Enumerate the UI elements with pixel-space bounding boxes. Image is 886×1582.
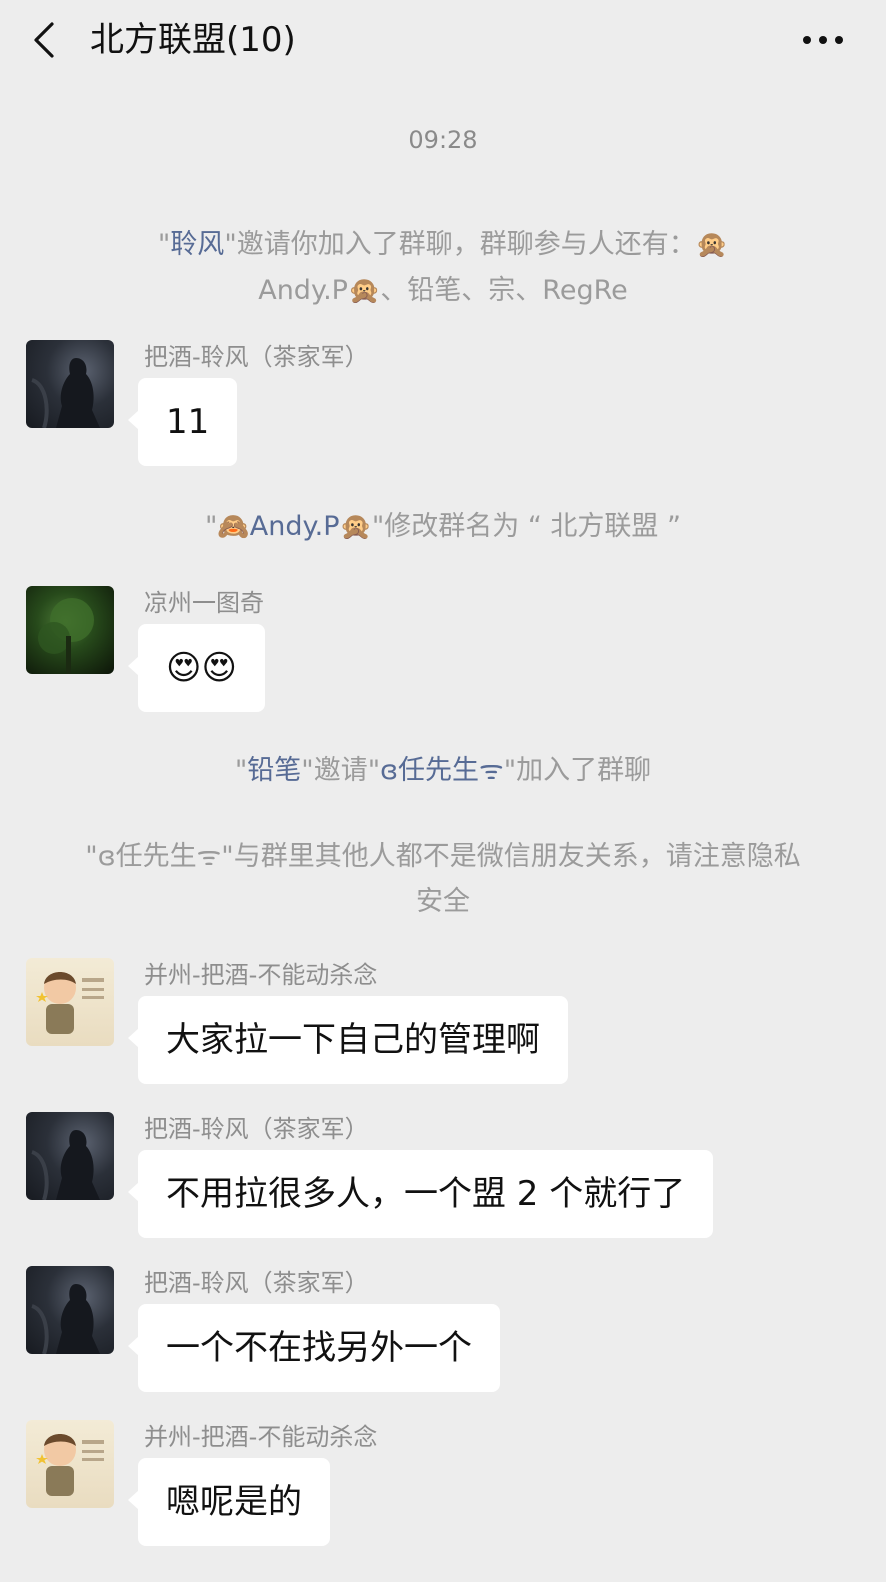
timestamp: 09:28 [408,126,478,154]
avatar[interactable] [26,1420,114,1508]
renamer-link[interactable]: Andy.P [250,511,340,542]
sender-name: 凉州一图奇 [144,589,264,617]
inviter-link[interactable]: 铅笔 [247,755,301,786]
message-bubble[interactable]: 一个不在找另外一个 [128,1304,500,1392]
chevron-left-icon [34,22,54,58]
message-bubble[interactable]: 不用拉很多人，一个盟 2 个就行了 [127,1150,714,1238]
message-bubble[interactable]: 😍😍 [128,624,265,712]
sender-name: 并州-把酒-不能动杀念 [144,961,378,989]
system-rename-notice: "🙈Andy.P🙊"修改群名为 “ 北方联盟 ” [204,511,682,542]
inviter-link[interactable]: 聆风 [170,229,224,260]
avatar[interactable] [26,958,114,1046]
system-invite-notice: "聆风"邀请你加入了群聊，群聊参与人还有：🙊 Andy.P🙊、铅笔、宗、RegR… [157,229,729,306]
sender-name: 并州-把酒-不能动杀念 [144,1423,378,1451]
message-bubble[interactable]: 嗯呢是的 [128,1458,330,1546]
more-dots-icon [803,36,843,44]
avatar[interactable] [26,1266,114,1354]
message-bubble[interactable]: 大家拉一下自己的管理啊 [128,996,568,1084]
see-no-evil-monkey-icon: 🙈 [217,512,250,542]
speak-no-evil-monkey-icon: 🙊 [339,512,372,542]
chat-area[interactable]: 09:28 "聆风"邀请你加入了群聊，群聊参与人还有：🙊 Andy.P🙊、铅笔、… [0,84,886,1582]
system-privacy-notice: "ɞ任先生ᯤ"与群里其他人都不是微信朋友关系，请注意隐私安全 [85,841,801,917]
sender-name: 把酒-聆风（茶家军） [144,343,369,371]
avatar[interactable] [26,1112,114,1200]
sender-name: 把酒-聆风（茶家军） [144,1115,369,1143]
avatar[interactable] [26,340,114,428]
message-bubble[interactable]: 11 [127,378,238,466]
sender-name: 把酒-聆风（茶家军） [144,1269,369,1297]
system-invite2-notice: "铅笔"邀请"ɞ任先生ᯤ"加入了群聊 [234,755,652,786]
avatar[interactable] [26,586,114,674]
back-button[interactable] [22,16,70,64]
monkey-emoji-icon: 🙊 [695,230,729,260]
chat-title: 北方联盟(10) [90,20,296,60]
title-bar: 北方联盟(10) [0,0,886,84]
more-button[interactable] [798,20,848,60]
monkey-emoji-icon: 🙊 [347,276,381,306]
invitee-link[interactable]: ɞ任先生ᯤ [380,755,504,786]
